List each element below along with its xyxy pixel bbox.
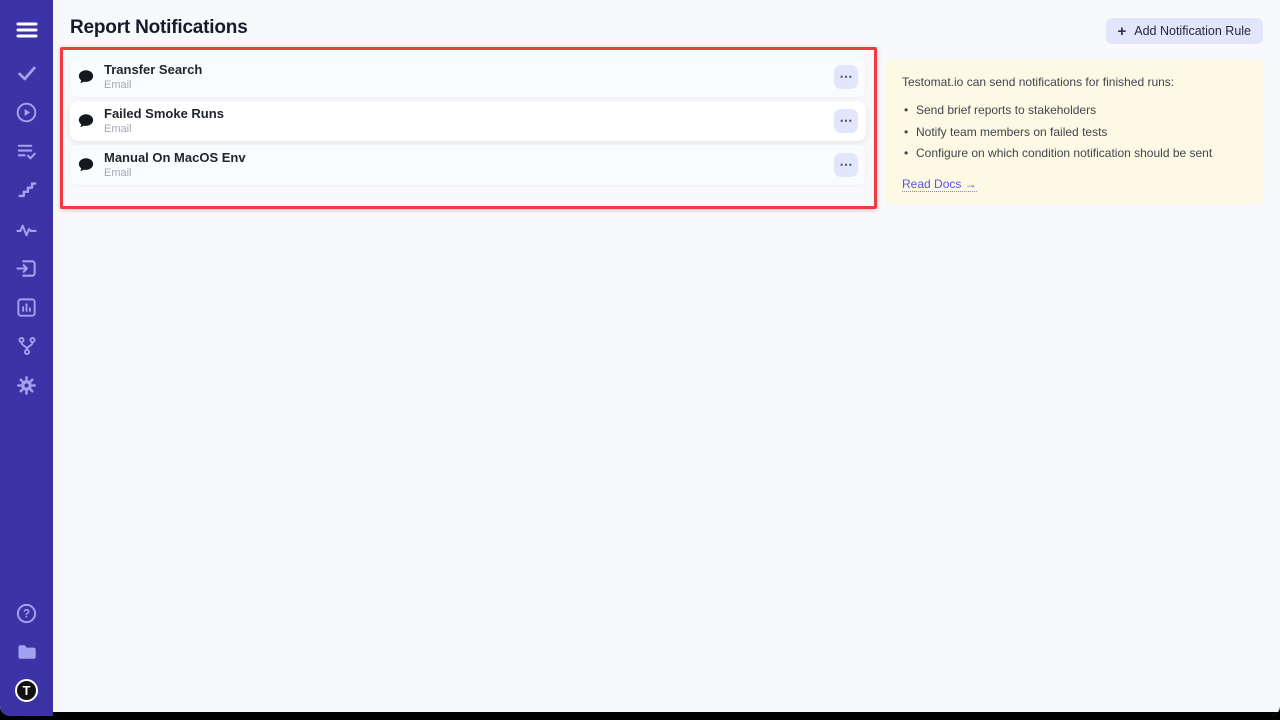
- sidebar-nav: [0, 61, 53, 397]
- folder-icon[interactable]: [15, 640, 39, 664]
- main-content: Report Notifications + Add Notification …: [53, 0, 1280, 716]
- menu-icon[interactable]: [0, 17, 53, 43]
- rule-channel: Email: [104, 79, 202, 92]
- rule-channel: Email: [104, 167, 246, 180]
- info-panel-bullets: Send brief reports to stakeholders Notif…: [902, 103, 1247, 160]
- rule-row-transfer-search[interactable]: Transfer Search Email ⋯: [70, 57, 866, 97]
- svg-text:?: ?: [23, 608, 30, 620]
- app-window: ? T Report Notifications + Add Notificat…: [0, 0, 1280, 716]
- info-bullet: Notify team members on failed tests: [902, 125, 1247, 139]
- rule-text: Manual On MacOS Env Email: [104, 150, 246, 180]
- pulse-icon[interactable]: [15, 217, 39, 241]
- rule-text: Transfer Search Email: [104, 62, 202, 92]
- git-branch-icon[interactable]: [15, 334, 39, 358]
- sidebar-footer: ? T: [0, 601, 53, 702]
- gear-icon[interactable]: [15, 373, 39, 397]
- chat-bubble-icon: [77, 156, 95, 174]
- list-check-icon[interactable]: [15, 139, 39, 163]
- page-title: Report Notifications: [70, 17, 248, 39]
- chat-bubble-icon: [77, 68, 95, 86]
- row-actions-button[interactable]: ⋯: [834, 109, 858, 133]
- rule-channel: Email: [104, 123, 224, 136]
- read-docs-link[interactable]: Read Docs →: [902, 177, 977, 192]
- testomat-logo[interactable]: T: [15, 679, 38, 702]
- rule-title: Failed Smoke Runs: [104, 106, 224, 121]
- rule-row-manual-on-macos-env[interactable]: Manual On MacOS Env Email ⋯: [70, 145, 866, 185]
- letterbox-bar: [0, 712, 1280, 716]
- info-panel: Testomat.io can send notifications for f…: [886, 60, 1263, 204]
- notification-rules-list: Transfer Search Email ⋯ Failed Smoke Run…: [70, 57, 866, 189]
- steps-icon[interactable]: [15, 178, 39, 202]
- chat-bubble-icon: [77, 112, 95, 130]
- info-bullet: Send brief reports to stakeholders: [902, 103, 1247, 117]
- sign-in-icon[interactable]: [15, 256, 39, 280]
- rule-row-failed-smoke-runs[interactable]: Failed Smoke Runs Email ⋯: [70, 101, 866, 141]
- play-circle-icon[interactable]: [15, 100, 39, 124]
- bar-chart-icon[interactable]: [15, 295, 39, 319]
- plus-icon: +: [1118, 24, 1127, 39]
- check-icon[interactable]: [15, 61, 39, 85]
- add-button-label: Add Notification Rule: [1134, 24, 1251, 38]
- row-actions-button[interactable]: ⋯: [834, 65, 858, 89]
- rule-title: Manual On MacOS Env: [104, 150, 246, 165]
- rule-title: Transfer Search: [104, 62, 202, 77]
- row-actions-button[interactable]: ⋯: [834, 153, 858, 177]
- help-icon[interactable]: ?: [15, 601, 39, 625]
- add-notification-rule-button[interactable]: + Add Notification Rule: [1106, 18, 1264, 44]
- info-bullet: Configure on which condition notificatio…: [902, 146, 1247, 160]
- info-panel-intro: Testomat.io can send notifications for f…: [902, 75, 1247, 89]
- rule-text: Failed Smoke Runs Email: [104, 106, 224, 136]
- sidebar: ? T: [0, 0, 53, 716]
